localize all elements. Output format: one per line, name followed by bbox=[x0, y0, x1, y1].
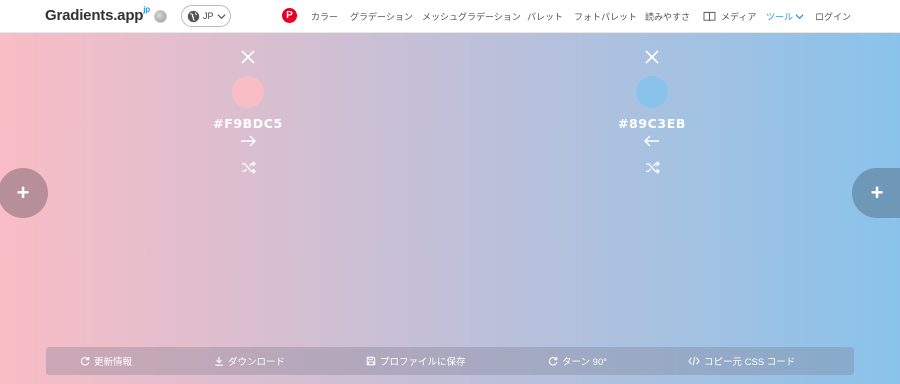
shuffle-icon[interactable] bbox=[241, 161, 256, 174]
nav-readability[interactable]: 読みやすさ bbox=[645, 0, 690, 33]
update-info-button[interactable]: 更新情報 bbox=[80, 347, 132, 375]
nav-palettes[interactable]: パレット bbox=[527, 0, 563, 33]
book-icon bbox=[703, 11, 716, 22]
download-button[interactable]: ダウンロード bbox=[214, 347, 285, 375]
pinterest-icon[interactable]: P bbox=[282, 8, 297, 23]
copy-css-button[interactable]: コピー元 CSS コード bbox=[688, 347, 795, 375]
code-icon bbox=[688, 356, 700, 366]
save-icon bbox=[366, 356, 376, 366]
color-hex-right[interactable]: #89C3EB bbox=[618, 116, 686, 131]
chevron-down-icon bbox=[795, 14, 804, 20]
nav-colors[interactable]: カラー bbox=[311, 0, 338, 33]
nav-media[interactable]: メディア bbox=[703, 0, 756, 33]
logo-suffix: jp bbox=[143, 5, 150, 14]
nav-login[interactable]: ログイン bbox=[815, 0, 851, 33]
download-icon bbox=[215, 356, 223, 366]
rotate-icon bbox=[548, 356, 558, 366]
bottom-toolbar: 更新情報 ダウンロード プロファイルに保存 ターン 90° コピー元 CSS コ… bbox=[46, 347, 854, 375]
site-logo[interactable]: Gradients.appjp bbox=[45, 5, 150, 24]
globe-icon bbox=[187, 10, 200, 22]
color-stop-left: #F9BDC5 bbox=[208, 50, 288, 174]
arrow-left-icon[interactable] bbox=[644, 135, 660, 147]
refresh-icon bbox=[80, 356, 90, 366]
gradient-canvas: #F9BDC5 #89C3EB bbox=[0, 33, 900, 384]
language-selector[interactable]: JP bbox=[181, 5, 231, 27]
shuffle-icon[interactable] bbox=[645, 161, 660, 174]
color-swatch-right[interactable] bbox=[636, 76, 668, 108]
nav-mesh-gradients[interactable]: メッシュグラデーション bbox=[422, 0, 521, 33]
close-icon[interactable] bbox=[241, 50, 255, 64]
color-swatch-left[interactable] bbox=[232, 76, 264, 108]
color-hex-left[interactable]: #F9BDC5 bbox=[213, 116, 283, 131]
chevron-down-icon bbox=[217, 13, 226, 19]
language-label: JP bbox=[203, 11, 214, 21]
add-stop-left-button[interactable]: + bbox=[0, 168, 48, 218]
arrow-right-icon[interactable] bbox=[240, 135, 256, 147]
nav-gradients[interactable]: グラデーション bbox=[350, 0, 413, 33]
close-icon[interactable] bbox=[645, 50, 659, 64]
theme-toggle-icon[interactable] bbox=[154, 10, 167, 23]
save-to-profile-button[interactable]: プロファイルに保存 bbox=[366, 347, 466, 375]
color-stop-right: #89C3EB bbox=[612, 50, 692, 174]
logo-text: Gradients.app bbox=[45, 7, 144, 24]
rotate-90-button[interactable]: ターン 90° bbox=[548, 347, 607, 375]
nav-tools[interactable]: ツール bbox=[766, 0, 804, 33]
top-navbar: Gradients.appjp JP P カラー グラデーション メッシュグラデ… bbox=[0, 0, 900, 33]
nav-photo-palettes[interactable]: フォトパレット bbox=[574, 0, 637, 33]
add-stop-right-button[interactable]: + bbox=[852, 168, 900, 218]
